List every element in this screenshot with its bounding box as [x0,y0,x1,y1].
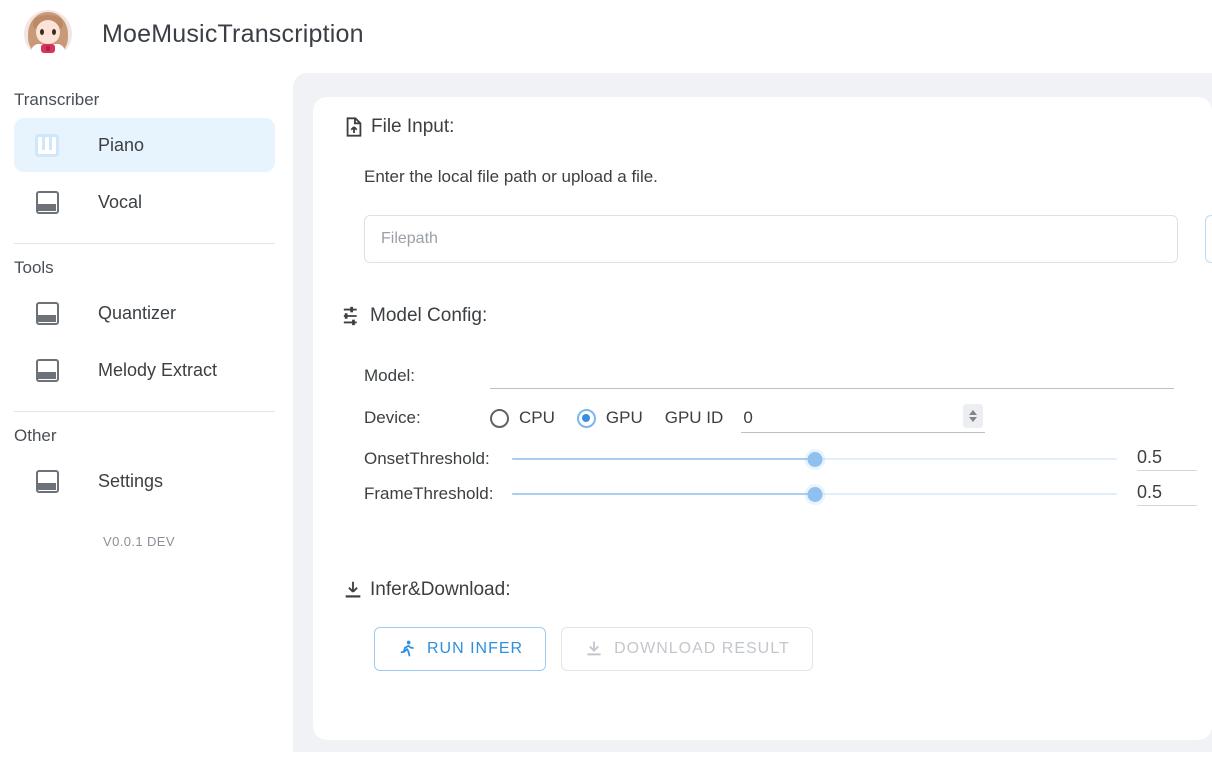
sidebar-section-label-transcriber: Transcriber [14,90,100,109]
sidebar-item-label: Piano [98,134,145,155]
sidebar-item-label: Melody Extract [98,359,218,380]
frame-threshold-row: FrameThreshold: 0.5 [364,482,1197,506]
radio-cpu-label: CPU [519,408,555,427]
infer-download-heading-text: Infer&Download: [370,579,511,600]
sidebar-item-melody-extract[interactable]: Melody Extract [14,343,275,397]
sidebar-item-piano[interactable]: Piano [14,118,275,172]
download-icon [584,639,604,659]
model-config-heading: Model Config: [342,305,487,327]
file-input-heading: File Input: [343,116,454,138]
radio-gpu[interactable] [576,408,596,428]
sidebar-divider [14,411,275,412]
file-input-heading-text: File Input: [371,116,455,137]
device-label: Device: [364,408,421,427]
sidebar-item-settings[interactable]: Settings [14,454,275,508]
frame-threshold-slider[interactable] [512,483,1117,505]
onset-threshold-value: 0.5 [1137,447,1197,471]
model-select[interactable] [490,363,1174,389]
filepath-input[interactable] [364,215,1178,263]
page-title: MoeMusicTranscription [102,19,364,48]
run-infer-button[interactable]: RUN INFER [374,627,547,671]
model-label: Model: [364,366,416,385]
onset-threshold-row: OnsetThreshold: 0.5 [364,447,1197,471]
frame-threshold-value: 0.5 [1137,482,1197,506]
sidebar-item-label: Vocal [98,191,143,212]
onset-threshold-slider[interactable] [512,448,1117,470]
piano-keys-icon [34,132,60,158]
run-infer-button-label: RUN INFER [427,640,524,657]
sidebar-item-label: Settings [98,470,164,491]
file-upload-icon [343,116,365,138]
radio-cpu[interactable] [490,408,509,428]
main-card: File Input: Enter the local file path or… [313,97,1212,740]
download-icon [342,579,364,601]
app-header: MoeMusicTranscription [0,0,1212,68]
placeholder-inbox-icon [34,468,60,494]
avatar [24,10,72,58]
running-person-icon [397,639,417,659]
sidebar-item-quantizer[interactable]: Quantizer [14,286,275,340]
download-result-button-label: DOWNLOAD RESULT [614,640,790,657]
radio-gpu-label: GPU [605,408,643,427]
gpu-id-label: GPU ID [664,408,724,427]
sidebar-section-label-other: Other [14,426,57,445]
version-label: V0.0.1 DEV [103,534,175,549]
sidebar-item-label: Quantizer [98,302,177,323]
upload-file-button[interactable] [1205,215,1212,263]
sidebar-item-vocal[interactable]: Vocal [14,175,275,229]
gpu-id-input[interactable] [741,404,942,431]
infer-download-heading: Infer&Download: [342,579,510,601]
frame-threshold-label: FrameThreshold: [364,484,494,503]
download-result-button[interactable]: DOWNLOAD RESULT [561,627,813,671]
gpu-id-field[interactable] [741,403,986,433]
gpu-id-stepper[interactable] [963,404,984,428]
sidebar: Transcriber Piano Vocal Tools Quantizer [0,68,293,758]
placeholder-inbox-icon [34,300,60,326]
placeholder-inbox-icon [34,357,60,383]
sidebar-section-label-tools: Tools [14,258,54,277]
tune-sliders-icon [342,305,364,327]
sidebar-divider [14,243,275,244]
app-root: MoeMusicTranscription Transcriber Piano … [0,0,1212,758]
model-row: Model: [364,363,1174,389]
file-input-description: Enter the local file path or upload a fi… [364,167,658,186]
onset-threshold-label: OnsetThreshold: [364,449,490,468]
model-config-heading-text: Model Config: [370,305,488,326]
device-row: Device: CPU GPU GPU ID [364,403,986,433]
placeholder-inbox-icon [34,189,60,215]
infer-button-group: RUN INFER DOWNLOAD RESULT [374,627,813,671]
